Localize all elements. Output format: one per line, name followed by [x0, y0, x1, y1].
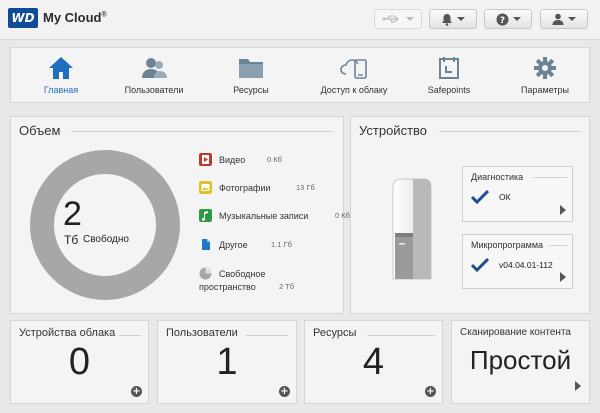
document-icon [202, 239, 210, 250]
free-space-unit: Тб [64, 233, 79, 247]
brand-title: My Cloud® [43, 10, 107, 25]
add-share-icon[interactable]: + [425, 386, 436, 397]
free-space-label: Свободно [83, 234, 129, 245]
nav-cloud-access[interactable]: Доступ к облаку [304, 48, 404, 104]
donut-slice-4 [30, 150, 180, 300]
chevron-down-icon [512, 17, 521, 21]
users-count: 1 [216, 341, 238, 383]
diagnostics-tile[interactable]: Диагностика ОК [462, 166, 573, 222]
nav-home[interactable]: Главная [16, 48, 106, 104]
cloud-devices-tile[interactable]: Устройства облака 0 + [10, 320, 149, 404]
nas-device-image [392, 178, 432, 280]
check-icon [471, 189, 489, 205]
chevron-down-icon [406, 17, 414, 21]
gear-icon [534, 57, 556, 79]
chevron-right-icon [560, 205, 566, 215]
chevron-right-icon [560, 272, 566, 282]
user-icon [552, 13, 564, 25]
usb-icon [382, 15, 400, 23]
nav-safepoints[interactable]: Safepoints [404, 48, 494, 104]
photo-icon [199, 181, 212, 194]
free-space-icon [199, 267, 212, 280]
home-icon [49, 57, 73, 79]
notifications-button[interactable] [429, 9, 477, 29]
bell-icon [442, 13, 452, 26]
nav-settings[interactable]: Параметры [500, 48, 590, 104]
volume-title: Объем [19, 123, 65, 138]
main-nav: Главная Пользователи Ресурсы Доступ к об… [10, 47, 590, 103]
check-icon [471, 257, 489, 273]
folder-icon [239, 59, 263, 78]
chevron-down-icon [568, 17, 576, 21]
help-icon: ? [496, 13, 508, 25]
cloud-device-icon [340, 59, 367, 79]
nav-users[interactable]: Пользователи [109, 48, 199, 104]
add-cloud-device-icon[interactable]: + [131, 386, 142, 397]
free-space-value: 2 [63, 195, 82, 233]
film-icon [199, 153, 212, 166]
volume-panel: Объем 2 Тб Свободно Видео 0 Кб Фотографи… [10, 116, 350, 314]
shares-count: 4 [362, 341, 385, 383]
usb-button[interactable] [374, 9, 422, 29]
safepoint-icon [439, 57, 459, 79]
users-tile[interactable]: Пользователи 1 + [157, 320, 297, 404]
content-scan-status: Простой [469, 345, 572, 375]
firmware-tile[interactable]: Микропрограмма v04.04.01-112 [462, 234, 573, 289]
svg-text:?: ? [499, 15, 504, 25]
add-user-icon[interactable]: + [279, 386, 290, 397]
music-icon [199, 209, 212, 222]
wd-logo: WD [8, 8, 38, 28]
chevron-down-icon [457, 17, 465, 21]
device-panel: Устройство Диагностика ОК Микропрограмма… [350, 116, 590, 314]
cloud-devices-count: 0 [68, 341, 91, 383]
users-icon [142, 58, 167, 78]
chevron-right-icon[interactable] [575, 381, 581, 391]
shares-tile[interactable]: Ресурсы 4 + [304, 320, 443, 404]
device-title: Устройство [359, 123, 432, 138]
help-button[interactable]: ? [484, 9, 532, 29]
nav-shares[interactable]: Ресурсы [206, 48, 296, 104]
user-menu-button[interactable] [540, 9, 588, 29]
volume-donut-chart [30, 150, 180, 300]
app-header: WD My Cloud® ? [0, 0, 600, 40]
content-scan-tile[interactable]: Сканирование контента Простой [451, 320, 590, 404]
